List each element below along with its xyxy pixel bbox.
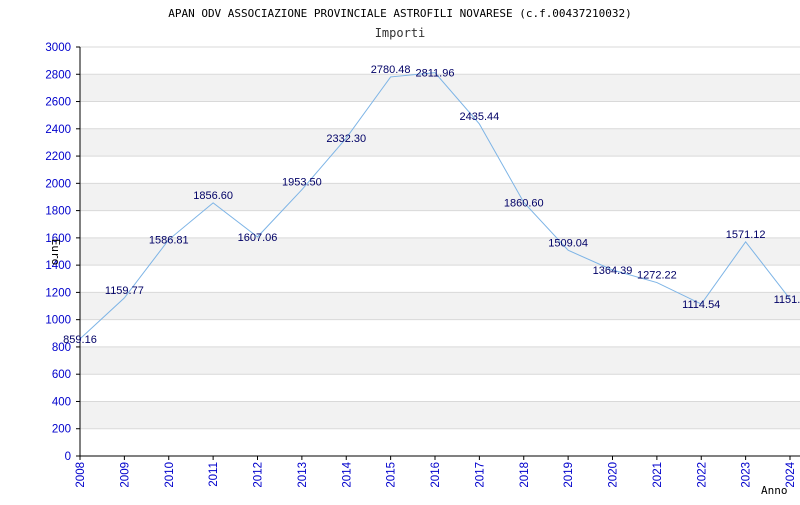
x-tick-label: 2011 bbox=[208, 462, 220, 487]
y-tick-label: 2200 bbox=[45, 151, 71, 163]
y-tick-label: 200 bbox=[52, 424, 71, 436]
y-tick-label: 2600 bbox=[45, 97, 71, 109]
background-band bbox=[80, 128, 800, 157]
background-bands bbox=[80, 74, 800, 429]
data-label: 1509.04 bbox=[548, 237, 588, 249]
data-label: 2780.48 bbox=[371, 64, 411, 76]
data-label: 1364.39 bbox=[593, 265, 633, 277]
data-label: 1856.60 bbox=[193, 190, 233, 202]
x-tick-label: 2020 bbox=[608, 462, 620, 488]
data-label: 1860.60 bbox=[504, 197, 544, 209]
y-tick-label: 2000 bbox=[45, 178, 71, 190]
data-label: 1586.81 bbox=[149, 235, 189, 247]
y-tick-label: 0 bbox=[65, 451, 71, 463]
y-axis-title: Euro bbox=[49, 239, 62, 266]
x-tick-label: 2015 bbox=[386, 462, 398, 488]
y-tick-label: 400 bbox=[52, 396, 71, 408]
y-tick-label: 1800 bbox=[45, 206, 71, 218]
data-label: 859.16 bbox=[63, 334, 97, 346]
data-label: 1151.3 bbox=[774, 294, 800, 306]
x-tick-label: 2016 bbox=[430, 462, 442, 488]
x-tick-label: 2018 bbox=[519, 462, 531, 488]
data-label: 1114.54 bbox=[682, 299, 720, 311]
x-tick-label: 2023 bbox=[741, 462, 753, 488]
x-tick-label: 2013 bbox=[297, 462, 309, 488]
background-band bbox=[80, 401, 800, 429]
y-tick-label: 2400 bbox=[45, 124, 71, 136]
data-label: 1159.77 bbox=[105, 285, 144, 297]
x-axis-title: Anno bbox=[761, 484, 788, 497]
data-label: 1272.22 bbox=[637, 270, 677, 282]
y-tick-label: 600 bbox=[52, 369, 71, 381]
chart-title: APAN ODV ASSOCIAZIONE PROVINCIALE ASTROF… bbox=[168, 7, 632, 20]
x-tick-label: 2012 bbox=[253, 462, 265, 488]
y-tick-label: 3000 bbox=[45, 42, 71, 54]
data-label: 1953.50 bbox=[282, 177, 322, 189]
chart-subtitle: Importi bbox=[375, 26, 426, 40]
x-tick-label: 2019 bbox=[563, 462, 575, 488]
chart-container: 0 200 400 600 800 1000 1200 1400 1600 1800 2000 220… bbox=[0, 0, 800, 500]
x-tick-label: 2014 bbox=[341, 461, 353, 487]
background-band bbox=[80, 183, 800, 211]
data-label: 1571.12 bbox=[726, 229, 766, 241]
x-tick-label: 2017 bbox=[474, 462, 486, 488]
x-tick-label: 2022 bbox=[696, 462, 708, 488]
x-tick-label: 2021 bbox=[652, 462, 664, 488]
data-label: 2811.96 bbox=[416, 68, 455, 80]
background-band bbox=[80, 346, 800, 375]
x-tick-label: 2009 bbox=[119, 462, 131, 488]
y-tick-label: 2800 bbox=[45, 69, 71, 81]
data-label: 2332.30 bbox=[326, 133, 366, 145]
data-label: 1607.06 bbox=[238, 232, 278, 244]
x-tick-label: 2008 bbox=[75, 462, 87, 488]
y-tick-label: 1200 bbox=[45, 287, 71, 299]
y-tick-label: 1000 bbox=[45, 315, 71, 327]
x-tick-label: 2010 bbox=[164, 462, 176, 488]
line-chart: 0200400600800100012001400160018002000220… bbox=[45, 7, 800, 497]
data-label: 2435.44 bbox=[459, 111, 499, 123]
